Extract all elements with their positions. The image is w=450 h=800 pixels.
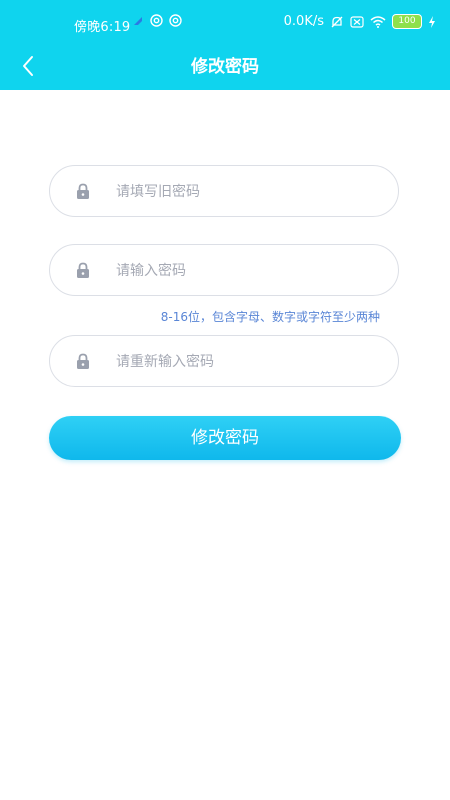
status-time: 傍晚6:19 xyxy=(74,20,131,35)
submit-change-password-button[interactable]: 修改密码 xyxy=(49,416,401,460)
sync-icon xyxy=(150,14,163,27)
old-password-field xyxy=(49,165,399,218)
lock-icon xyxy=(77,353,89,369)
nav-bar: 修改密码 xyxy=(0,44,450,88)
battery-indicator: 100 xyxy=(392,14,422,29)
no-sim-icon xyxy=(350,15,364,28)
change-password-screen: 傍晚6:19 0.0K/s 100 修改密码 8-16位，包含字母、数字或字符至… xyxy=(0,0,450,800)
lock-icon xyxy=(77,183,89,199)
sync-icon-2 xyxy=(169,14,182,27)
page-title: 修改密码 xyxy=(191,57,259,77)
new-password-field xyxy=(49,244,399,297)
wifi-icon xyxy=(370,15,386,28)
password-rule-hint: 8-16位，包含字母、数字或字符至少两种 xyxy=(160,310,380,324)
status-right: 0.0K/s 100 xyxy=(284,14,436,29)
status-notification-icons xyxy=(132,14,182,27)
network-speed: 0.0K/s xyxy=(283,14,324,29)
charging-icon xyxy=(429,15,435,28)
confirm-password-field xyxy=(49,335,399,388)
mute-bell-icon xyxy=(331,16,343,27)
confirm-password-input[interactable] xyxy=(114,336,388,388)
header: 傍晚6:19 0.0K/s 100 修改密码 xyxy=(0,0,450,90)
status-bar: 傍晚6:19 0.0K/s 100 xyxy=(0,0,450,48)
new-password-input[interactable] xyxy=(114,245,388,297)
lock-icon xyxy=(77,262,89,278)
app-notification-icon xyxy=(134,16,142,25)
old-password-input[interactable] xyxy=(114,166,388,218)
